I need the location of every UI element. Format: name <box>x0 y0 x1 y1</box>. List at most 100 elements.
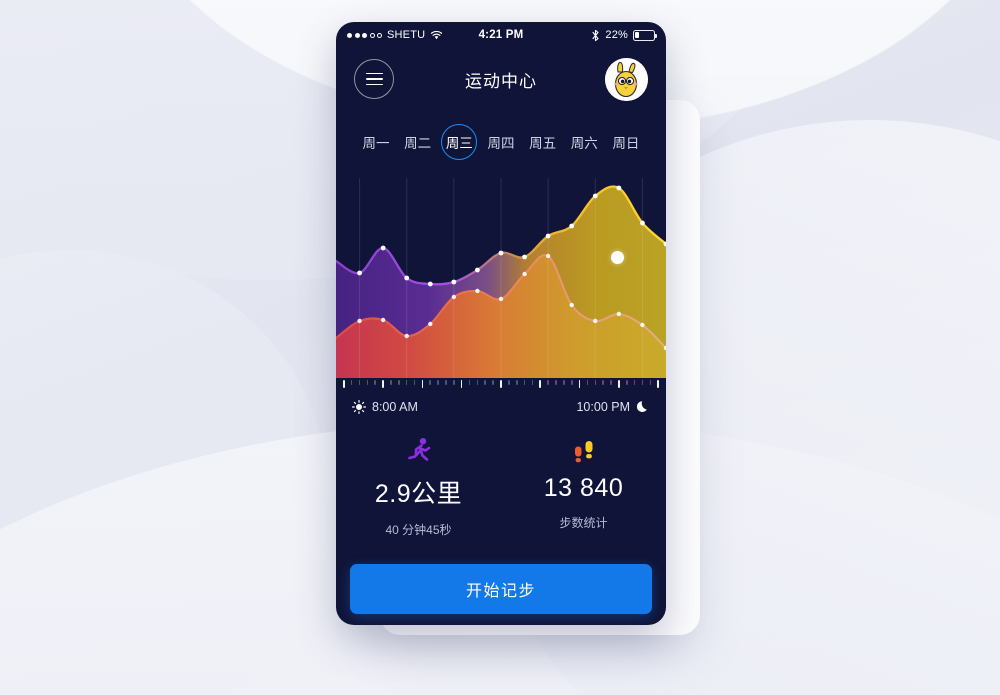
chart-data-point <box>545 233 551 239</box>
weekday-tab-label: 周日 <box>612 136 640 151</box>
battery-percent-label: 22% <box>605 29 628 41</box>
chart-data-point <box>640 322 645 328</box>
chart-data-point <box>404 275 410 281</box>
weekday-tab[interactable]: 周五 <box>525 124 561 160</box>
sun-icon <box>352 400 366 414</box>
end-time-label: 10:00 PM <box>576 400 630 414</box>
chart-data-point <box>569 302 574 308</box>
weekday-tab[interactable]: 周一 <box>358 124 394 160</box>
weekday-tab[interactable]: 周日 <box>608 124 644 160</box>
battery-icon <box>633 29 657 41</box>
chart-data-point <box>428 321 433 327</box>
running-person-icon <box>406 436 432 466</box>
weekday-tab-label: 周一 <box>362 136 390 151</box>
ruler-tick <box>515 380 518 385</box>
ruler-tick <box>374 380 377 385</box>
chart-data-point <box>593 318 598 324</box>
ruler-tick <box>594 380 597 385</box>
ruler-tick <box>358 380 361 385</box>
chart-data-point <box>616 311 622 317</box>
weekday-tab[interactable]: 周六 <box>566 124 602 160</box>
avatar[interactable] <box>605 57 648 101</box>
weekday-tab[interactable]: 周三 <box>441 124 478 160</box>
stat-label: 步数统计 <box>559 516 608 530</box>
ruler-tick <box>366 380 369 385</box>
ruler-tick <box>578 380 581 388</box>
chart-data-point <box>640 220 645 226</box>
weekday-tab-label: 周三 <box>445 136 473 151</box>
ruler-tick <box>633 380 636 385</box>
ruler-tick <box>508 380 510 385</box>
ruler-tick <box>649 380 652 385</box>
weekday-tab-label: 周五 <box>529 136 557 151</box>
ruler-tick <box>460 380 463 388</box>
time-scale-ruler <box>336 380 666 393</box>
phone-mockup: SHETU 4:21 PM 22% 运动中心 周一 周二 周三 周四 周五 周六… <box>336 22 666 625</box>
app-header: 运动中心 <box>336 48 666 110</box>
ruler-tick <box>390 380 392 385</box>
chart-data-point <box>380 245 386 251</box>
ruler-tick <box>570 380 573 385</box>
ruler-tick <box>539 380 542 388</box>
chart-data-point <box>592 193 598 199</box>
ruler-tick <box>602 380 604 385</box>
start-tracking-button[interactable]: 开始记步 <box>350 564 652 614</box>
ruler-tick <box>445 380 447 385</box>
status-bar: SHETU 4:21 PM 22% <box>336 22 666 48</box>
ruler-tick <box>531 380 534 385</box>
ruler-tick <box>382 380 384 388</box>
chart-data-point <box>616 185 622 191</box>
chart-data-point <box>498 250 504 256</box>
ruler-tick <box>492 380 494 385</box>
chart-data-point <box>451 279 457 285</box>
ruler-tick <box>555 380 557 385</box>
current-value-marker <box>611 250 625 264</box>
weekday-tab-bar: 周一 周二 周三 周四 周五 周六 周日 <box>336 112 666 160</box>
weekday-tab-label: 周二 <box>404 136 432 151</box>
ruler-tick <box>350 380 353 385</box>
ruler-tick <box>586 380 589 385</box>
ruler-tick <box>398 380 400 385</box>
moon-icon <box>636 401 647 412</box>
ruler-tick <box>657 380 659 388</box>
activity-chart[interactable] <box>336 178 666 378</box>
signal-strength-icon <box>347 32 382 38</box>
ruler-tick <box>343 380 345 388</box>
ruler-tick <box>523 380 526 385</box>
bluetooth-icon <box>592 29 599 41</box>
ruler-tick <box>547 380 549 385</box>
hamburger-menu-icon[interactable] <box>354 59 394 99</box>
chart-data-point <box>475 267 480 273</box>
chart-data-point <box>545 253 551 259</box>
activity-chart-svg <box>336 178 666 378</box>
chart-data-point <box>569 223 575 229</box>
stat-label: 40 分钟45秒 <box>385 523 452 537</box>
chart-data-point <box>522 254 527 260</box>
chart-data-point <box>380 317 386 323</box>
weekday-tab[interactable]: 周二 <box>400 124 436 160</box>
chart-data-point <box>498 296 504 302</box>
chart-data-point <box>451 294 457 300</box>
stat-value: 13 840 <box>543 474 624 502</box>
ruler-tick <box>468 380 471 385</box>
stat-steps: 13 840 步数统计 <box>501 436 666 538</box>
ruler-tick <box>413 380 416 385</box>
chart-data-point <box>357 318 362 324</box>
ruler-tick <box>500 380 502 388</box>
ruler-tick <box>563 380 565 385</box>
ruler-tick <box>610 380 612 385</box>
ruler-tick <box>429 380 432 385</box>
ruler-tick <box>453 380 455 385</box>
chart-data-point <box>404 333 409 339</box>
ruler-tick <box>625 380 628 385</box>
ruler-tick <box>476 380 479 385</box>
carrier-label: SHETU <box>387 29 426 41</box>
ruler-tick <box>618 380 620 388</box>
time-axis-labels: 8:00 AM 10:00 PM <box>336 393 666 414</box>
start-time-label: 8:00 AM <box>372 400 418 414</box>
ruler-tick <box>641 380 644 385</box>
chart-data-point <box>357 270 362 276</box>
weekday-tab[interactable]: 周四 <box>483 124 519 160</box>
weekday-tab-label: 周四 <box>487 136 515 151</box>
weekday-tab-label: 周六 <box>570 136 598 151</box>
